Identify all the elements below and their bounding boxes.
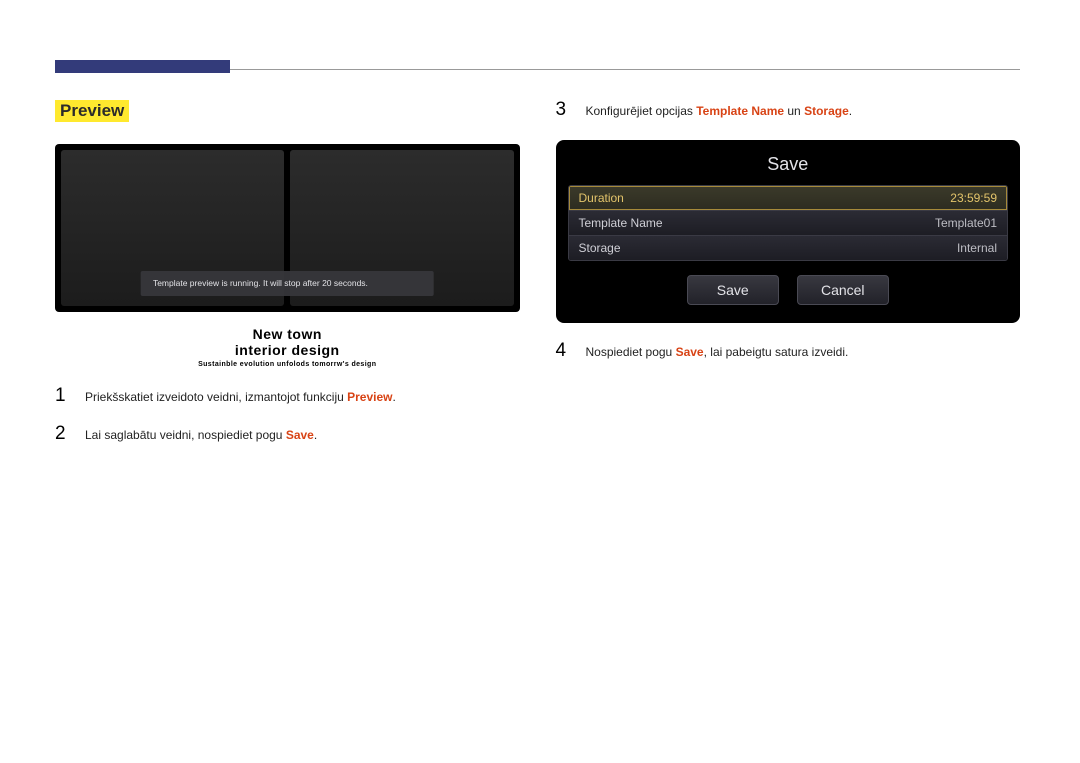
step-2: 2 Lai saglabātu veidni, nospiediet pogu … [55, 424, 520, 444]
step-4-number: 4 [556, 341, 572, 360]
step-3-highlight-2: Storage [804, 104, 849, 118]
save-row-template-name-label: Template Name [579, 216, 663, 230]
step-1-text-before: Priekšskatiet izveidoto veidni, izmantoj… [85, 390, 347, 404]
header-accent-bar [55, 60, 230, 73]
save-row-storage-label: Storage [579, 241, 621, 255]
step-4-text-before: Nospiediet pogu [586, 345, 676, 359]
step-4-text-after: , lai pabeigtu satura izveidi. [704, 345, 849, 359]
step-2-text-after: . [314, 428, 317, 442]
right-column: 3 Konfigurējiet opcijas Template Name un… [556, 100, 1021, 444]
step-2-text-before: Lai saglabātu veidni, nospiediet pogu [85, 428, 286, 442]
step-1-text: Priekšskatiet izveidoto veidni, izmantoj… [85, 386, 396, 406]
save-dialog-rows: Duration 23:59:59 Template Name Template… [568, 185, 1009, 261]
step-3-text: Konfigurējiet opcijas Template Name un S… [586, 100, 853, 120]
save-row-duration-value: 23:59:59 [950, 191, 997, 205]
save-row-storage[interactable]: Storage Internal [569, 235, 1008, 260]
save-dialog-buttons: Save Cancel [568, 275, 1009, 305]
preview-caption-sub: Sustainble evolution unfolods tomorrw's … [55, 361, 520, 368]
preview-caption: New town interior design Sustainble evol… [55, 326, 520, 368]
preview-caption-line2: interior design [55, 342, 520, 358]
content-columns: Preview Template preview is running. It … [55, 100, 1020, 444]
step-3-number: 3 [556, 100, 572, 119]
step-3-text-before: Konfigurējiet opcijas [586, 104, 697, 118]
left-column: Preview Template preview is running. It … [55, 100, 520, 444]
save-button[interactable]: Save [687, 275, 779, 305]
step-3: 3 Konfigurējiet opcijas Template Name un… [556, 100, 1021, 120]
step-1-highlight: Preview [347, 390, 392, 404]
step-4-highlight: Save [676, 345, 704, 359]
save-row-duration-label: Duration [579, 191, 624, 205]
template-preview-mock: Template preview is running. It will sto… [55, 144, 520, 312]
save-dialog-mock: Save Duration 23:59:59 Template Name Tem… [556, 140, 1021, 323]
save-row-duration[interactable]: Duration 23:59:59 [569, 186, 1008, 210]
step-3-highlight-1: Template Name [696, 104, 784, 118]
cancel-button[interactable]: Cancel [797, 275, 889, 305]
save-dialog-title: Save [568, 154, 1009, 175]
step-3-text-after: . [849, 104, 852, 118]
step-3-text-mid: un [784, 104, 804, 118]
step-4-text: Nospiediet pogu Save, lai pabeigtu satur… [586, 341, 849, 361]
save-row-template-name-value: Template01 [935, 216, 997, 230]
step-1-text-after: . [393, 390, 396, 404]
step-2-number: 2 [55, 424, 71, 443]
preview-toast-message: Template preview is running. It will sto… [141, 271, 434, 296]
header-divider [230, 69, 1020, 70]
step-1: 1 Priekšskatiet izveidoto veidni, izmant… [55, 386, 520, 406]
save-row-template-name[interactable]: Template Name Template01 [569, 210, 1008, 235]
preview-caption-line1: New town [55, 326, 520, 342]
section-title-preview: Preview [55, 100, 129, 122]
step-2-highlight: Save [286, 428, 314, 442]
step-2-text: Lai saglabātu veidni, nospiediet pogu Sa… [85, 424, 317, 444]
save-row-storage-value: Internal [957, 241, 997, 255]
step-1-number: 1 [55, 386, 71, 405]
step-4: 4 Nospiediet pogu Save, lai pabeigtu sat… [556, 341, 1021, 361]
